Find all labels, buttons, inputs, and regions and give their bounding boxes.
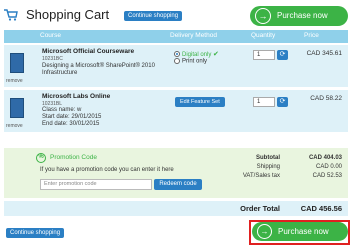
promotion-code-input[interactable]: Enter promotion code [40, 179, 152, 190]
column-header-delivery: Delivery Method [170, 32, 217, 39]
vat-value: CAD 52.53 [312, 173, 342, 179]
item-price: CAD 58.22 [310, 95, 342, 102]
quantity-input[interactable]: 1 [253, 97, 275, 107]
purchase-now-button-bottom[interactable]: → Purchase now [252, 222, 348, 241]
product-code: 10231BC [42, 56, 63, 62]
order-total-row: Order Total CAD 456.56 [4, 201, 348, 216]
delivery-option-digital[interactable]: Digital only ✔ [174, 50, 219, 58]
vat-label: VAT/Sales tax [242, 173, 280, 179]
shopping-cart-icon [4, 9, 18, 21]
order-total-label: Order Total [240, 204, 280, 213]
quantity-input[interactable]: 1 [253, 50, 275, 60]
column-header-course: Course [40, 32, 61, 39]
product-name: Microsoft Labs Online [42, 93, 111, 100]
redeem-code-button[interactable]: Redeem code [154, 179, 202, 190]
remove-link[interactable]: remove [6, 78, 23, 84]
product-thumbnail [10, 98, 24, 118]
delivery-option-print[interactable]: Print only [174, 58, 207, 65]
start-date: Start date: 29/01/2015 [42, 114, 102, 120]
refresh-quantity-icon[interactable]: ⟳ [277, 50, 288, 60]
purchase-now-button-top[interactable]: → Purchase now [250, 6, 348, 26]
column-header-price: Price [304, 32, 319, 39]
radio-selected[interactable] [174, 51, 180, 58]
page-title: Shopping Cart [26, 7, 110, 22]
cart-row: remove Microsoft Official Courseware 102… [4, 45, 348, 87]
arrow-right-icon: → [255, 8, 271, 24]
continue-shopping-button-top[interactable]: Continue shopping [124, 11, 183, 21]
purchase-now-label: Purchase now [278, 227, 329, 236]
product-name: Microsoft Official Courseware [42, 48, 135, 55]
order-total-value: CAD 456.56 [300, 204, 342, 213]
cart-table-header: Course Delivery Method Quantity Price [4, 30, 348, 43]
check-icon: ✔ [213, 51, 219, 58]
remove-link[interactable]: remove [6, 123, 23, 129]
column-header-quantity: Quantity [251, 32, 276, 39]
refresh-quantity-icon[interactable]: ⟳ [277, 97, 288, 107]
product-description: Designing a Microsoft® SharePoint® 2010 [42, 63, 155, 69]
subtotal-label: Subtotal [256, 155, 280, 161]
promotion-section: % Promotion Code If you have a promotion… [4, 148, 348, 198]
shipping-value: CAD 0.00 [315, 164, 342, 170]
radio-unselected[interactable] [174, 58, 180, 64]
product-description-cont: Infrastructure [42, 70, 78, 76]
shipping-label: Shipping [256, 164, 280, 170]
edit-feature-set-button[interactable]: Edit Feature Set [175, 97, 225, 107]
purchase-now-label: Purchase now [277, 11, 328, 20]
product-thumbnail [10, 53, 24, 73]
subtotal-value: CAD 404.03 [308, 155, 342, 161]
promotion-description: If you have a promotion code you can ent… [40, 167, 174, 173]
continue-shopping-button-bottom[interactable]: Continue shopping [6, 228, 65, 238]
cart-row: remove Microsoft Labs Online 10231BL Cla… [4, 90, 348, 132]
promotion-title: Promotion Code [50, 154, 97, 161]
class-name: Class name: w [42, 107, 82, 113]
percent-icon: % [36, 153, 46, 163]
item-price: CAD 345.61 [306, 50, 342, 57]
end-date: End date: 30/01/2015 [42, 121, 100, 127]
delivery-label-print: Print only [182, 58, 208, 65]
arrow-right-icon: → [257, 224, 272, 239]
